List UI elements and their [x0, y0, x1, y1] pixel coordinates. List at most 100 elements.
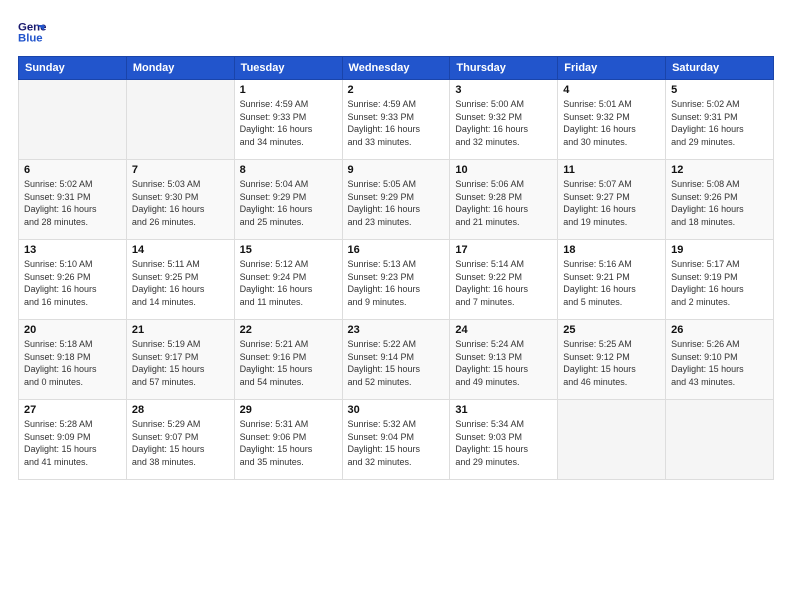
day-info: Sunrise: 5:32 AM Sunset: 9:04 PM Dayligh… [348, 418, 445, 468]
day-info: Sunrise: 4:59 AM Sunset: 9:33 PM Dayligh… [240, 98, 337, 148]
calendar: SundayMondayTuesdayWednesdayThursdayFrid… [18, 56, 774, 480]
calendar-cell: 20 Sunrise: 5:18 AM Sunset: 9:18 PM Dayli… [19, 320, 127, 400]
header: General Blue [18, 18, 774, 46]
calendar-cell: 25 Sunrise: 5:25 AM Sunset: 9:12 PM Dayli… [558, 320, 666, 400]
day-info: Sunrise: 5:28 AM Sunset: 9:09 PM Dayligh… [24, 418, 121, 468]
day-number: 21 [132, 324, 229, 336]
week-row-1: 1 Sunrise: 4:59 AM Sunset: 9:33 PM Daylig… [19, 80, 774, 160]
calendar-cell: 21 Sunrise: 5:19 AM Sunset: 9:17 PM Dayli… [126, 320, 234, 400]
week-row-3: 13Sunrise: 5:10 AM Sunset: 9:26 PM Dayli… [19, 240, 774, 320]
day-number: 7 [132, 164, 229, 176]
day-info: Sunrise: 5:00 AM Sunset: 9:32 PM Dayligh… [455, 98, 552, 148]
day-number: 17 [455, 244, 552, 256]
calendar-cell: 4Sunrise: 5:01 AM Sunset: 9:32 PM Daylig… [558, 80, 666, 160]
day-number: 2 [348, 84, 445, 96]
calendar-cell: 5 Sunrise: 5:02 AM Sunset: 9:31 PM Daylig… [666, 80, 774, 160]
day-info: Sunrise: 5:31 AM Sunset: 9:06 PM Dayligh… [240, 418, 337, 468]
day-number: 9 [348, 164, 445, 176]
day-number: 31 [455, 404, 552, 416]
day-number: 22 [240, 324, 337, 336]
calendar-cell: 24Sunrise: 5:24 AM Sunset: 9:13 PM Dayli… [450, 320, 558, 400]
weekday-header-saturday: Saturday [666, 57, 774, 80]
day-info: Sunrise: 5:02 AM Sunset: 9:31 PM Dayligh… [24, 178, 121, 228]
calendar-cell [126, 80, 234, 160]
day-info: Sunrise: 5:03 AM Sunset: 9:30 PM Dayligh… [132, 178, 229, 228]
week-row-2: 6 Sunrise: 5:02 AM Sunset: 9:31 PM Daylig… [19, 160, 774, 240]
weekday-header-wednesday: Wednesday [342, 57, 450, 80]
day-number: 3 [455, 84, 552, 96]
day-number: 14 [132, 244, 229, 256]
day-number: 8 [240, 164, 337, 176]
day-number: 4 [563, 84, 660, 96]
calendar-cell: 22 Sunrise: 5:21 AM Sunset: 9:16 PM Dayli… [234, 320, 342, 400]
calendar-cell: 11 Sunrise: 5:07 AM Sunset: 9:27 PM Dayli… [558, 160, 666, 240]
calendar-cell: 30 Sunrise: 5:32 AM Sunset: 9:04 PM Dayli… [342, 400, 450, 480]
calendar-cell: 27 Sunrise: 5:28 AM Sunset: 9:09 PM Dayli… [19, 400, 127, 480]
day-number: 16 [348, 244, 445, 256]
calendar-cell: 23Sunrise: 5:22 AM Sunset: 9:14 PM Dayli… [342, 320, 450, 400]
day-info: Sunrise: 5:08 AM Sunset: 9:26 PM Dayligh… [671, 178, 768, 228]
day-number: 1 [240, 84, 337, 96]
day-number: 6 [24, 164, 121, 176]
day-number: 12 [671, 164, 768, 176]
day-info: Sunrise: 5:07 AM Sunset: 9:27 PM Dayligh… [563, 178, 660, 228]
calendar-cell: 19Sunrise: 5:17 AM Sunset: 9:19 PM Dayli… [666, 240, 774, 320]
weekday-header-monday: Monday [126, 57, 234, 80]
calendar-cell: 18 Sunrise: 5:16 AM Sunset: 9:21 PM Dayli… [558, 240, 666, 320]
day-info: Sunrise: 5:29 AM Sunset: 9:07 PM Dayligh… [132, 418, 229, 468]
day-info: Sunrise: 5:02 AM Sunset: 9:31 PM Dayligh… [671, 98, 768, 148]
calendar-cell [19, 80, 127, 160]
calendar-cell: 15 Sunrise: 5:12 AM Sunset: 9:24 PM Dayli… [234, 240, 342, 320]
day-info: Sunrise: 5:26 AM Sunset: 9:10 PM Dayligh… [671, 338, 768, 388]
week-row-4: 20 Sunrise: 5:18 AM Sunset: 9:18 PM Dayli… [19, 320, 774, 400]
day-number: 25 [563, 324, 660, 336]
weekday-header-row: SundayMondayTuesdayWednesdayThursdayFrid… [19, 57, 774, 80]
calendar-cell: 3 Sunrise: 5:00 AM Sunset: 9:32 PM Daylig… [450, 80, 558, 160]
calendar-cell [558, 400, 666, 480]
day-info: Sunrise: 5:10 AM Sunset: 9:26 PM Dayligh… [24, 258, 121, 308]
calendar-cell: 2 Sunrise: 4:59 AM Sunset: 9:33 PM Daylig… [342, 80, 450, 160]
day-info: Sunrise: 5:21 AM Sunset: 9:16 PM Dayligh… [240, 338, 337, 388]
day-number: 30 [348, 404, 445, 416]
day-number: 23 [348, 324, 445, 336]
logo-icon: General Blue [18, 18, 46, 46]
day-info: Sunrise: 4:59 AM Sunset: 9:33 PM Dayligh… [348, 98, 445, 148]
day-info: Sunrise: 5:18 AM Sunset: 9:18 PM Dayligh… [24, 338, 121, 388]
calendar-cell: 31 Sunrise: 5:34 AM Sunset: 9:03 PM Dayli… [450, 400, 558, 480]
day-number: 18 [563, 244, 660, 256]
day-info: Sunrise: 5:13 AM Sunset: 9:23 PM Dayligh… [348, 258, 445, 308]
day-info: Sunrise: 5:05 AM Sunset: 9:29 PM Dayligh… [348, 178, 445, 228]
calendar-cell: 6 Sunrise: 5:02 AM Sunset: 9:31 PM Daylig… [19, 160, 127, 240]
svg-text:Blue: Blue [18, 33, 43, 45]
calendar-cell: 9 Sunrise: 5:05 AM Sunset: 9:29 PM Daylig… [342, 160, 450, 240]
day-info: Sunrise: 5:16 AM Sunset: 9:21 PM Dayligh… [563, 258, 660, 308]
day-info: Sunrise: 5:14 AM Sunset: 9:22 PM Dayligh… [455, 258, 552, 308]
day-number: 20 [24, 324, 121, 336]
day-number: 27 [24, 404, 121, 416]
day-info: Sunrise: 5:06 AM Sunset: 9:28 PM Dayligh… [455, 178, 552, 228]
day-number: 26 [671, 324, 768, 336]
calendar-cell: 8Sunrise: 5:04 AM Sunset: 9:29 PM Daylig… [234, 160, 342, 240]
day-info: Sunrise: 5:25 AM Sunset: 9:12 PM Dayligh… [563, 338, 660, 388]
day-number: 28 [132, 404, 229, 416]
page: General Blue SundayMondayTuesdayWednesda… [0, 0, 792, 612]
day-info: Sunrise: 5:19 AM Sunset: 9:17 PM Dayligh… [132, 338, 229, 388]
calendar-cell: 17 Sunrise: 5:14 AM Sunset: 9:22 PM Dayli… [450, 240, 558, 320]
weekday-header-tuesday: Tuesday [234, 57, 342, 80]
day-info: Sunrise: 5:11 AM Sunset: 9:25 PM Dayligh… [132, 258, 229, 308]
day-number: 24 [455, 324, 552, 336]
calendar-cell: 13Sunrise: 5:10 AM Sunset: 9:26 PM Dayli… [19, 240, 127, 320]
weekday-header-sunday: Sunday [19, 57, 127, 80]
day-number: 15 [240, 244, 337, 256]
calendar-cell: 28 Sunrise: 5:29 AM Sunset: 9:07 PM Dayli… [126, 400, 234, 480]
day-info: Sunrise: 5:12 AM Sunset: 9:24 PM Dayligh… [240, 258, 337, 308]
week-row-5: 27 Sunrise: 5:28 AM Sunset: 9:09 PM Dayli… [19, 400, 774, 480]
day-number: 29 [240, 404, 337, 416]
day-number: 11 [563, 164, 660, 176]
calendar-cell: 10Sunrise: 5:06 AM Sunset: 9:28 PM Dayli… [450, 160, 558, 240]
calendar-cell: 29 Sunrise: 5:31 AM Sunset: 9:06 PM Dayli… [234, 400, 342, 480]
calendar-cell [666, 400, 774, 480]
day-number: 5 [671, 84, 768, 96]
day-info: Sunrise: 5:34 AM Sunset: 9:03 PM Dayligh… [455, 418, 552, 468]
calendar-cell: 26 Sunrise: 5:26 AM Sunset: 9:10 PM Dayli… [666, 320, 774, 400]
